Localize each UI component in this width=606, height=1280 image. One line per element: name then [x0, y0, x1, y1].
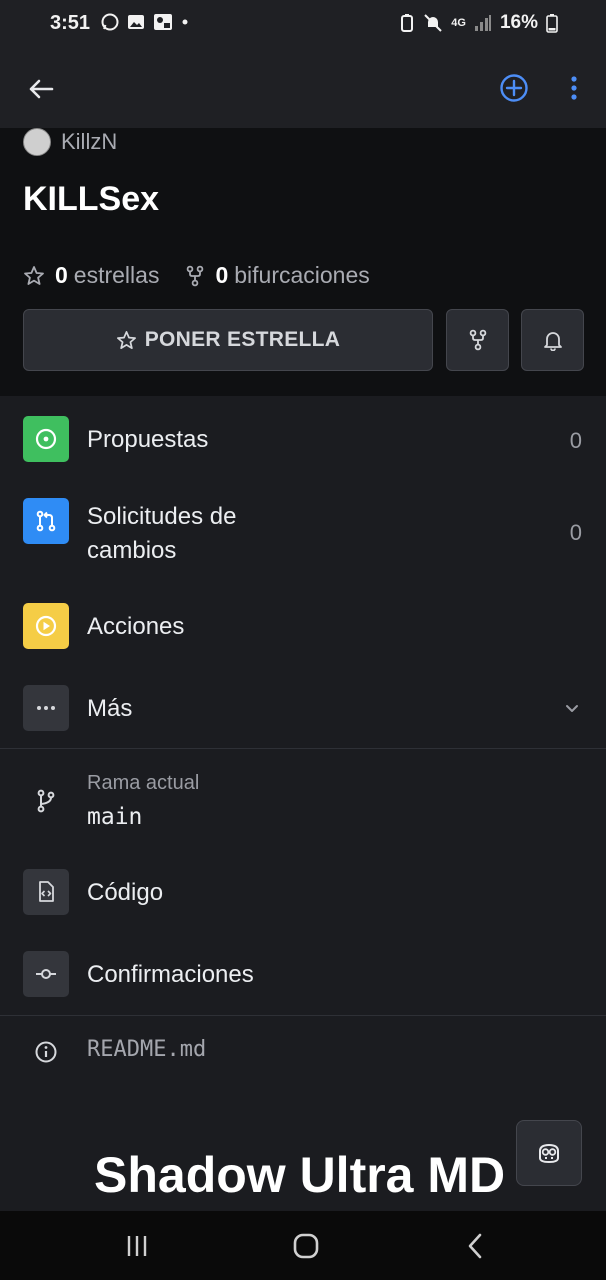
more-label: Más [87, 695, 133, 722]
signal-icon [474, 15, 491, 31]
commit-icon [36, 969, 56, 979]
menu-item-more[interactable]: Más [0, 682, 606, 738]
pulls-count: 0 [569, 520, 582, 545]
menu-item-commits[interactable]: Confirmaciones [0, 948, 606, 1004]
status-bar: 3:51 4G 16% [0, 0, 606, 50]
readme-label[interactable]: README.md [87, 1037, 206, 1062]
whatsapp-icon [101, 13, 119, 31]
battery-saver-icon [401, 14, 414, 32]
repo-owner[interactable]: KillzN [23, 128, 117, 156]
pulls-tile [23, 498, 69, 544]
back-nav-icon[interactable] [459, 1229, 493, 1263]
status-system-icons: 4G 16% [399, 12, 558, 34]
actions-tile [23, 603, 69, 649]
add-circle-icon[interactable] [496, 70, 532, 106]
issues-count: 0 [569, 428, 582, 453]
branch-selector[interactable]: Rama actual main [0, 768, 606, 838]
system-nav-bar [0, 1211, 606, 1280]
star-icon [24, 265, 44, 285]
fork-icon [187, 265, 204, 286]
network-type: 4G [451, 17, 466, 29]
fork-button[interactable] [446, 309, 509, 371]
menu-item-actions[interactable]: Acciones [0, 600, 606, 656]
more-tile [23, 685, 69, 731]
file-code-icon [39, 881, 54, 902]
commits-label: Confirmaciones [87, 961, 254, 988]
recent-apps-icon[interactable] [120, 1229, 154, 1263]
notifications-button[interactable] [521, 309, 584, 371]
forks-count: 0 [215, 262, 229, 288]
repo-stats: 0 estrellas 0 bifurcaciones [23, 262, 370, 289]
menu-item-pull-requests[interactable]: Solicitudes de cambios 0 [0, 496, 606, 570]
pulls-label-line1: Solicitudes de [87, 503, 237, 530]
star-button-label: PONER ESTRELLA [144, 328, 341, 351]
repo-header: KillzN KILLSex 0 estrellas 0 bifurcacion… [0, 128, 606, 396]
star-button[interactable]: PONER ESTRELLA [23, 309, 433, 371]
issue-open-icon [35, 428, 57, 450]
app-bar [0, 50, 606, 128]
pull-request-icon [36, 510, 56, 532]
play-icon [35, 615, 57, 637]
star-icon [116, 330, 136, 349]
divider [0, 748, 606, 749]
photo-id-icon [154, 14, 172, 30]
branch-icon [37, 789, 55, 813]
more-options-icon[interactable] [556, 70, 592, 106]
battery-percent: 16% [499, 12, 538, 33]
issues-label: Propuestas [87, 426, 209, 453]
stars-label[interactable]: estrellas [74, 262, 160, 289]
ellipsis-icon [37, 706, 55, 710]
mute-icon [424, 14, 442, 32]
code-label: Código [87, 879, 164, 906]
dot-icon [182, 19, 188, 25]
issues-tile [23, 416, 69, 462]
actions-label: Acciones [87, 613, 185, 640]
forks-label[interactable]: bifurcaciones [234, 262, 370, 289]
branch-name: main [87, 804, 143, 830]
battery-icon [546, 14, 558, 33]
branch-caption: Rama actual [87, 772, 200, 794]
menu-item-code[interactable]: Código [0, 866, 606, 922]
code-tile [23, 869, 69, 915]
bell-icon [543, 332, 562, 351]
copilot-button[interactable] [516, 1120, 582, 1186]
owner-avatar [23, 128, 51, 156]
watermark-text: Shadow Ultra MD [94, 1147, 506, 1203]
status-notification-icons [100, 12, 190, 32]
back-arrow-icon[interactable] [24, 72, 58, 106]
fork-icon [469, 329, 486, 351]
owner-name: KillzN [61, 129, 118, 154]
home-icon[interactable] [289, 1229, 323, 1263]
divider [0, 1015, 606, 1016]
stars-count: 0 [55, 262, 68, 288]
status-time: 3:51 [50, 12, 91, 34]
copilot-icon [539, 1143, 559, 1164]
repo-title: KILLSex [23, 180, 160, 218]
info-icon [35, 1041, 57, 1063]
commits-tile [23, 951, 69, 997]
pulls-label-line2: cambios [87, 537, 177, 564]
menu-item-issues[interactable]: Propuestas 0 [0, 412, 606, 468]
gallery-icon [128, 15, 144, 29]
chevron-down-icon[interactable] [562, 698, 582, 718]
